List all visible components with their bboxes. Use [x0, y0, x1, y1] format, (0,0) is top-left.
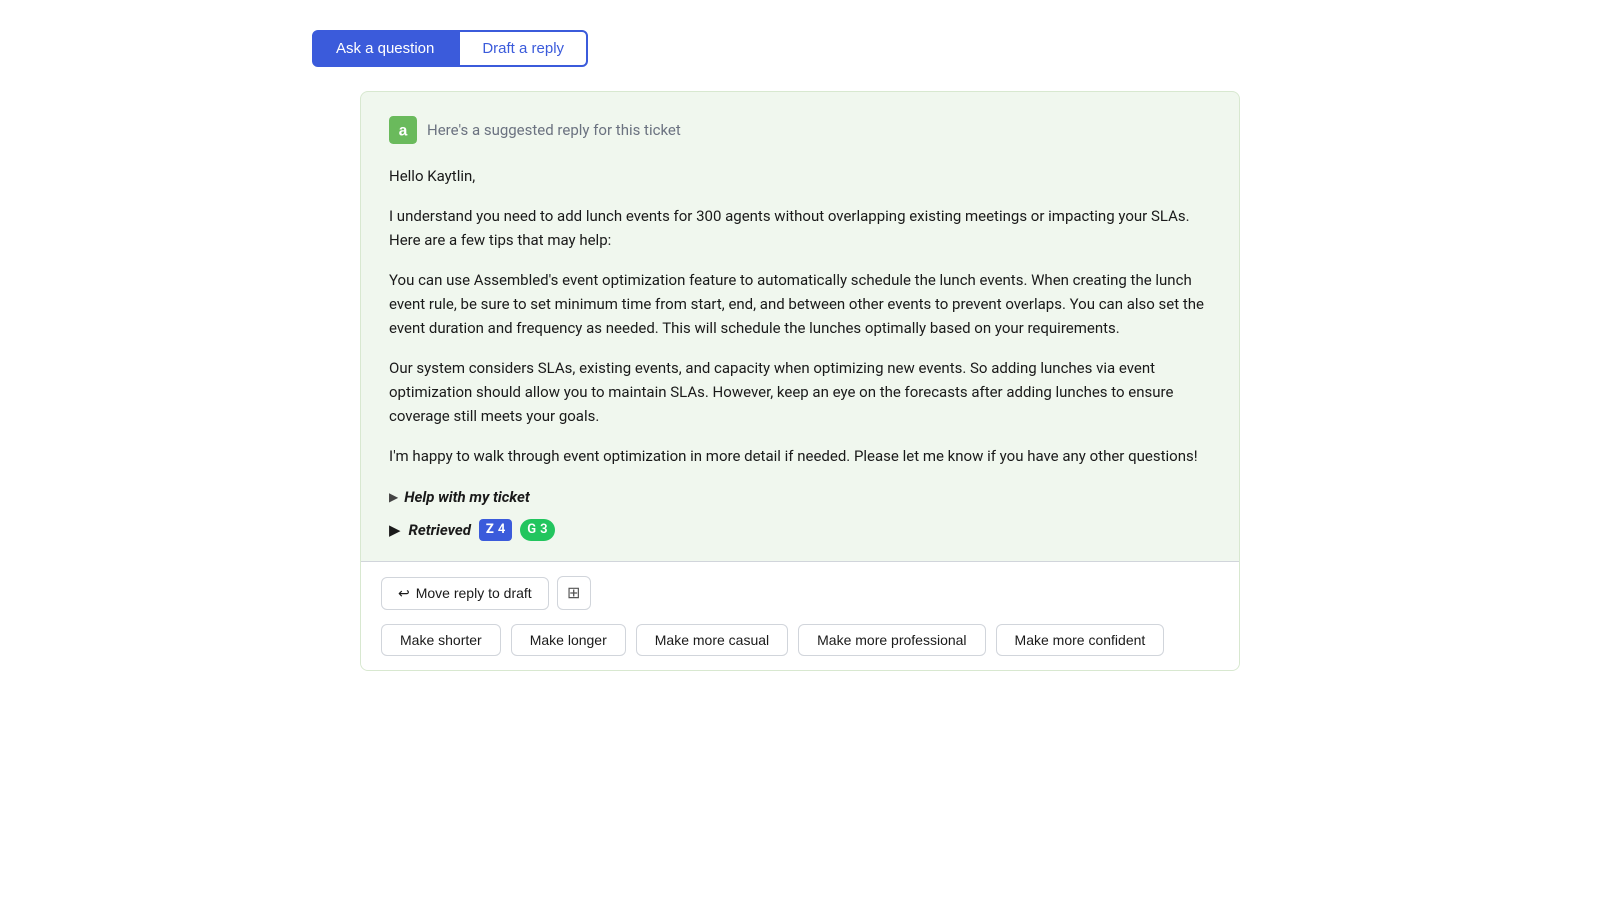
help-arrow-icon: ▶ [389, 488, 398, 506]
move-draft-button[interactable]: ↩ Move reply to draft [381, 577, 549, 610]
svg-text:a: a [399, 123, 408, 140]
make-confident-button[interactable]: Make more confident [996, 624, 1165, 656]
zendesk-badge: Z 4 [479, 519, 512, 541]
main-card: a Here's a suggested reply for this tick… [360, 91, 1240, 671]
retrieved-arrow-icon: ▶ [389, 519, 401, 542]
move-draft-arrow-icon: ↩ [398, 585, 410, 602]
card-header: a Here's a suggested reply for this tick… [389, 116, 1211, 144]
zendesk-count: 4 [498, 520, 505, 540]
action-bar: ↩ Move reply to draft ⊞ Make shorter Mak… [361, 561, 1239, 670]
retrieved-label: Retrieved [409, 519, 471, 542]
action-top-row: ↩ Move reply to draft ⊞ [381, 576, 1219, 610]
sla-paragraph: Our system considers SLAs, existing even… [389, 356, 1211, 428]
action-bottom-row: Make shorter Make longer Make more casua… [381, 624, 1219, 656]
reply-content: Hello Kaytlin, I understand you need to … [389, 164, 1211, 468]
closing-paragraph: I'm happy to walk through event optimiza… [389, 444, 1211, 468]
retrieved-collapsible[interactable]: ▶ Retrieved Z 4 G 3 [389, 519, 1211, 542]
tab-draft-reply[interactable]: Draft a reply [458, 30, 588, 67]
transform-icon-button[interactable]: ⊞ [557, 576, 591, 610]
google-g-icon: G [527, 520, 536, 540]
optimization-paragraph: You can use Assembled's event optimizati… [389, 268, 1211, 340]
tab-bar: Ask a question Draft a reply [312, 30, 588, 67]
intro-paragraph: I understand you need to add lunch event… [389, 204, 1211, 252]
help-collapsible[interactable]: ▶ Help with my ticket [389, 486, 1211, 509]
card-header-text: Here's a suggested reply for this ticket [427, 119, 681, 142]
tab-ask-question[interactable]: Ask a question [312, 30, 458, 67]
google-badge: G 3 [520, 519, 554, 541]
make-professional-button[interactable]: Make more professional [798, 624, 985, 656]
page-container: Ask a question Draft a reply a Here's a … [0, 20, 1600, 671]
make-longer-button[interactable]: Make longer [511, 624, 626, 656]
transform-icon: ⊞ [567, 583, 580, 603]
greeting-paragraph: Hello Kaytlin, [389, 164, 1211, 188]
card-body: a Here's a suggested reply for this tick… [361, 92, 1239, 561]
move-draft-label: Move reply to draft [416, 585, 532, 601]
zendesk-z-icon: Z [486, 520, 494, 540]
assembled-logo-icon: a [389, 116, 417, 144]
make-casual-button[interactable]: Make more casual [636, 624, 788, 656]
make-shorter-button[interactable]: Make shorter [381, 624, 501, 656]
help-label: Help with my ticket [404, 486, 530, 509]
google-count: 3 [540, 520, 547, 540]
